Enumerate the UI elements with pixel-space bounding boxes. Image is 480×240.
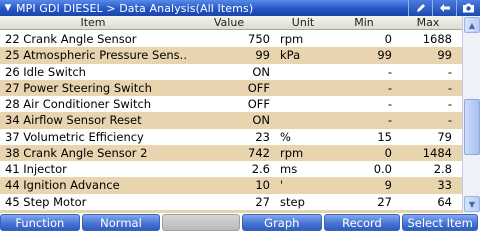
row-value: 23	[255, 129, 270, 144]
table-row[interactable]: 37 Volumetric Efficiency 23% 15 79	[0, 128, 462, 145]
row-max: -	[447, 113, 452, 128]
back-arrow-icon[interactable]	[432, 0, 456, 16]
row-min: 27	[377, 194, 392, 209]
scroll-up-icon[interactable]: ▲	[464, 17, 480, 33]
blank-button	[162, 214, 240, 231]
row-min: 15	[377, 129, 392, 144]
table-row[interactable]: 25 Atmospheric Pressure Sens... 99 kPa 99 99	[0, 47, 462, 64]
row-unit: step	[280, 194, 305, 209]
column-header: Item Value Unit Min Max	[0, 16, 462, 30]
scrollbar-thumb[interactable]	[464, 98, 480, 155]
row-max: 1484	[422, 145, 452, 160]
table-row[interactable]: 34 Airflow Sensor Reset ON - -	[0, 112, 462, 129]
table-row[interactable]: 38 Crank Angle Sensor 2 742 rpm 0 1484	[0, 144, 462, 161]
row-min: 0.0	[373, 162, 392, 177]
row-value: 742	[248, 145, 270, 160]
row-unit: kPa	[280, 48, 301, 63]
row-value: 99	[255, 48, 270, 63]
row-item: 27 Power Steering Switch	[5, 80, 152, 95]
pencil-icon[interactable]	[408, 0, 432, 16]
function-button[interactable]: Function	[0, 214, 80, 231]
row-max: -	[447, 80, 452, 95]
row-min: 9	[384, 178, 392, 193]
row-value: 2.6	[251, 162, 270, 177]
row-value: OFF	[247, 80, 270, 95]
vertical-scrollbar[interactable]: ▲ ▼	[462, 16, 480, 213]
select-item-button[interactable]: Select Item	[402, 214, 478, 231]
row-value: ON	[252, 113, 270, 128]
row-item: 37 Volumetric Efficiency	[5, 129, 144, 144]
camera-icon[interactable]	[456, 0, 480, 16]
title-toolbar	[408, 0, 480, 16]
row-item: 25 Atmospheric Pressure Sens...	[5, 48, 186, 63]
row-max: -	[447, 97, 452, 112]
row-value: 27	[255, 194, 270, 209]
row-value: 750	[248, 32, 270, 47]
title-bar: ▼ MPI GDI DIESEL > Data Analysis(All Ite…	[0, 0, 480, 16]
row-min: 99	[377, 48, 392, 63]
row-item: 44 Ignition Advance	[5, 178, 120, 193]
row-min: -	[387, 113, 392, 128]
row-min: 0	[384, 32, 392, 47]
data-table: 22 Crank Angle Sensor 750 rpm 0 1688 25 Atmos…	[0, 31, 462, 226]
row-item: 41 Injector	[5, 162, 67, 177]
row-unit: ms	[280, 162, 298, 177]
row-item: 34 Airflow Sensor Reset	[5, 113, 142, 128]
table-row[interactable]: 26 Idle Switch ON - -	[0, 63, 462, 80]
row-max: 79	[437, 129, 452, 144]
row-unit: rpm	[280, 32, 304, 47]
row-unit: rpm	[280, 145, 304, 160]
table-row[interactable]: 22 Crank Angle Sensor 750 rpm 0 1688	[0, 31, 462, 48]
table-row[interactable]: 27 Power Steering Switch OFF - -	[0, 79, 462, 96]
row-value: 10	[255, 178, 270, 193]
menu-arrow-icon[interactable]: ▼	[0, 0, 16, 16]
row-min: -	[387, 97, 392, 112]
row-max: 33	[437, 178, 452, 193]
table-row[interactable]: 41 Injector 2.6 ms 0.0 2.8	[0, 161, 462, 178]
row-value: OFF	[247, 97, 270, 112]
column-unit: Unit	[291, 16, 315, 29]
row-unit: %	[280, 129, 291, 144]
row-item: 28 Air Conditioner Switch	[5, 97, 152, 112]
row-max: 2.8	[433, 162, 452, 177]
row-item: 26 Idle Switch	[5, 64, 86, 79]
record-button[interactable]: Record	[323, 214, 401, 231]
row-item: 38 Crank Angle Sensor 2	[5, 145, 148, 160]
bottom-button-bar: Function Normal Graph Record Select Item	[0, 213, 480, 234]
graph-button[interactable]: Graph	[241, 214, 322, 231]
row-item: 45 Step Motor	[5, 194, 87, 209]
column-item: Item	[80, 16, 106, 29]
row-item: 22 Crank Angle Sensor	[5, 32, 137, 47]
table-row[interactable]: 44 Ignition Advance 10 ' 9 33	[0, 177, 462, 194]
row-max: 99	[437, 48, 452, 63]
row-min: 0	[384, 145, 392, 160]
table-row[interactable]: 28 Air Conditioner Switch OFF - -	[0, 96, 462, 113]
row-min: -	[387, 80, 392, 95]
scroll-down-icon[interactable]: ▼	[464, 196, 480, 212]
row-max: 1688	[422, 32, 452, 47]
window-title: MPI GDI DIESEL > Data Analysis(All Items…	[16, 1, 254, 15]
column-min: Min	[354, 16, 374, 29]
table-row[interactable]: 45 Step Motor 27 step 27 64	[0, 193, 462, 210]
row-max: 64	[437, 194, 452, 209]
column-max: Max	[416, 16, 440, 29]
column-value: Value	[213, 16, 245, 29]
normal-button[interactable]: Normal	[81, 214, 161, 231]
row-max: -	[447, 64, 452, 79]
row-unit: '	[280, 178, 284, 193]
row-value: ON	[252, 64, 270, 79]
row-min: -	[387, 64, 392, 79]
